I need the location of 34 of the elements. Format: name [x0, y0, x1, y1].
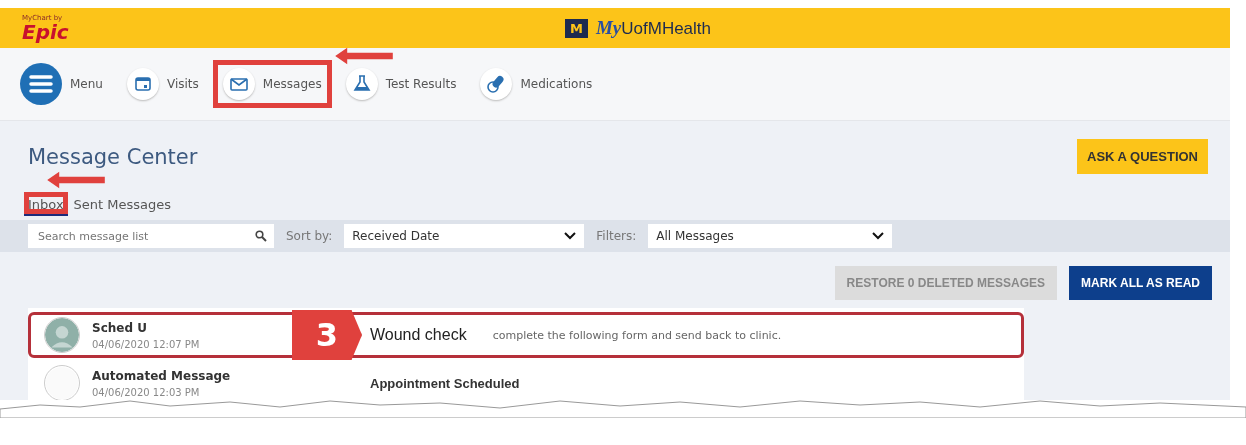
tab[interactable]: Sent Messages — [69, 192, 176, 216]
message-subject: Appointment Scheduled — [370, 375, 520, 391]
search-icon — [255, 230, 267, 242]
calendar-icon — [126, 68, 159, 100]
chevron-icon — [564, 232, 577, 240]
filters-label: Filters: — [596, 229, 637, 243]
message-subject: Wound check — [370, 326, 467, 344]
pills-icon — [480, 68, 513, 100]
site-name[interactable]: MyUofMHealth — [595, 17, 712, 39]
site-mark: M — [565, 18, 588, 38]
page-title: Message Center — [28, 144, 198, 169]
filter-dropdown[interactable]: All Messages — [648, 224, 893, 248]
chevron-icon — [872, 232, 885, 240]
menu-button[interactable]: Menu — [10, 55, 113, 113]
envelope-icon — [222, 68, 255, 100]
sender-name: Automated Message — [92, 368, 232, 383]
tab[interactable]: Inbox — [24, 192, 68, 216]
nav-item[interactable]: Test Results — [335, 60, 467, 108]
message-preview: complete the following form and send back to clinic. — [492, 328, 782, 342]
nav-item[interactable]: Medications — [470, 60, 603, 108]
message-date: 04/06/2020 12:07 PM — [92, 338, 201, 350]
sender-name: Sched U — [92, 320, 148, 335]
ask-question-button[interactable]: ASK A QUESTION — [1077, 139, 1208, 174]
step-callout: 3 — [292, 310, 362, 360]
sort-label: Sort by: — [286, 229, 333, 243]
nav-item[interactable]: Visits — [116, 60, 209, 108]
menu-icon — [20, 63, 62, 105]
sort-dropdown[interactable]: Received Date — [344, 224, 585, 248]
mark-all-read-button[interactable]: MARK ALL AS READ — [1069, 266, 1212, 300]
message-row[interactable]: Sched U 04/06/2020 12:07 PM 3 Wound check complete the following form and send back to clinic. — [28, 312, 1024, 358]
flask-icon — [345, 68, 378, 100]
brand-logo[interactable]: Epic — [22, 21, 69, 42]
search-field[interactable]: Search message list — [28, 224, 274, 248]
message-date: 04/06/2020 12:03 PM — [92, 386, 201, 398]
